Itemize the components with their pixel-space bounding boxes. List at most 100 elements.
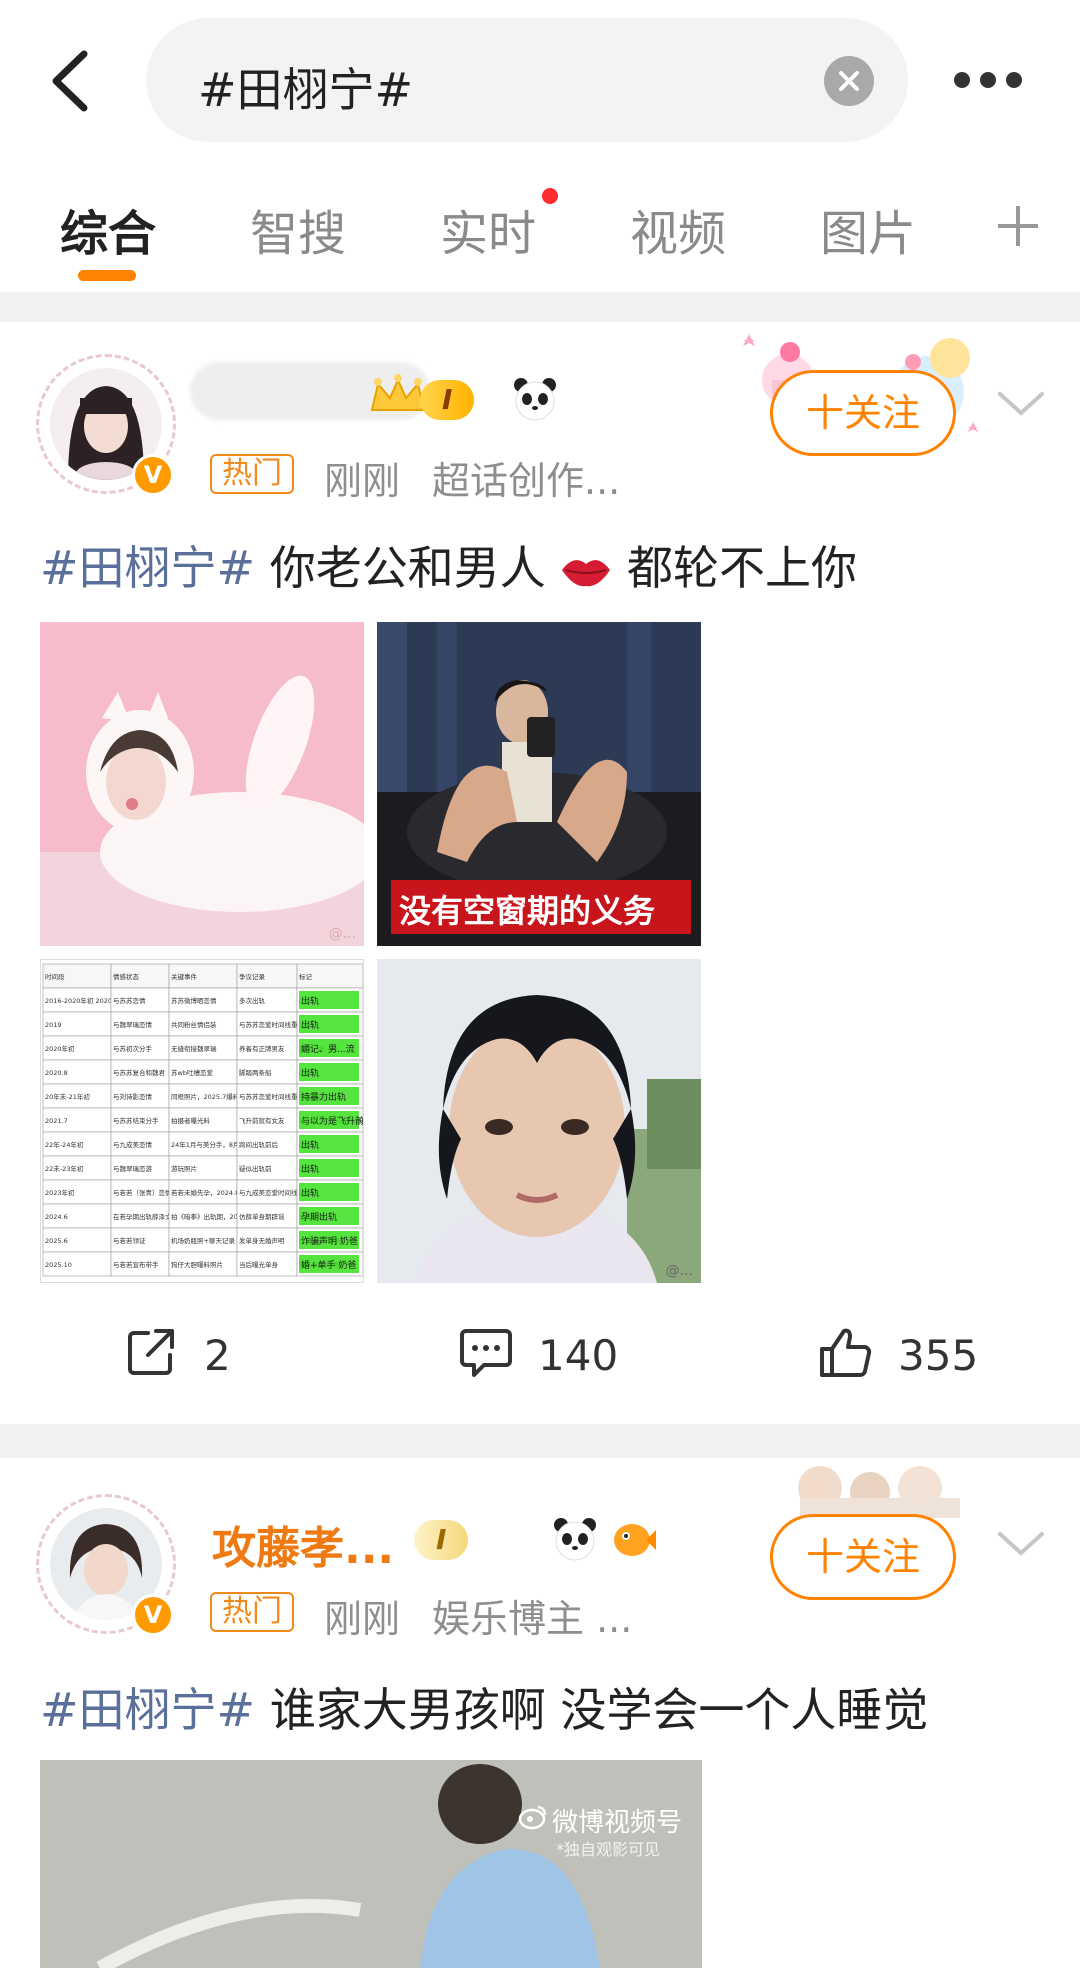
thumb-up-icon <box>820 1328 872 1377</box>
table-flag-text: 孕期出轨 <box>301 1211 337 1223</box>
plus-icon <box>998 206 1038 246</box>
table-cell: 发单身无婚声明 <box>239 1236 285 1245</box>
table-cell: 游玩照片 <box>171 1164 197 1173</box>
table-cell: 2025.10 <box>45 1261 72 1269</box>
table-flag-text: 出轨 <box>301 1163 319 1175</box>
dot <box>980 72 996 88</box>
fish-icon <box>614 1524 656 1556</box>
table-header-cell: 时间段 <box>45 972 65 981</box>
table-cell: 2025.6 <box>45 1237 68 1245</box>
comment-button[interactable]: 140 <box>458 1325 628 1381</box>
bear-decoration <box>798 1466 960 1518</box>
table-flag-text: 持暴力出轨 <box>301 1091 346 1103</box>
tab-images[interactable]: 图片 <box>820 194 916 264</box>
author-name[interactable]: 攻藤孝... <box>212 1512 394 1576</box>
repost-button[interactable]: 2 <box>124 1325 234 1381</box>
table-cell: 2020.8 <box>45 1069 68 1077</box>
post-video[interactable]: 微博视频号 *独自观影可见 <box>40 1760 702 1968</box>
follow-button[interactable]: 十关注 <box>770 370 956 456</box>
table-flag-text: 媚记、男...流 <box>301 1043 355 1055</box>
clear-search-button[interactable] <box>824 56 874 106</box>
search-bar[interactable]: #田栩宁# <box>146 18 908 142</box>
hashtag-link[interactable]: #田栩宁# <box>40 541 255 595</box>
post-content: #田栩宁# 你老公和男人 都轮不上你 <box>40 532 857 598</box>
like-button[interactable]: 355 <box>818 1325 988 1381</box>
table-cell: 无缝衔接魏翠瑞 <box>171 1044 217 1053</box>
top-bar: #田栩宁# <box>0 0 1080 158</box>
post-image-1[interactable]: @... <box>40 622 364 946</box>
feed-post[interactable]: V I 热门 刚刚 超话创作... 十关注 #田栩宁# 你老公和男人 都轮不上你 <box>0 322 1080 1424</box>
table-cell: 与魏翠瑞恋情 <box>113 1020 153 1029</box>
post-menu-button[interactable] <box>996 1528 1046 1558</box>
table-flag-text: 出轨 <box>301 1019 319 1031</box>
repost-count: 2 <box>204 1331 231 1380</box>
post-menu-button[interactable] <box>996 388 1046 418</box>
table-cell: 脚踏两条船 <box>239 1068 272 1077</box>
table-cell: 22末-23年初 <box>45 1164 83 1173</box>
like-count: 355 <box>898 1331 979 1380</box>
table-cell: 苏苏微博晒恋情 <box>171 996 217 1005</box>
table-cell: 与刘诗影恋情 <box>113 1092 153 1101</box>
image-caption: 没有空窗期的义务 <box>399 892 656 930</box>
hashtag-link[interactable]: #田栩宁# <box>40 1683 255 1737</box>
table-cell: 20年末-21年初 <box>45 1092 90 1101</box>
table-flag-text: 出轨 <box>301 1187 319 1199</box>
table-cell: 多次出轨 <box>239 996 266 1005</box>
table-flag-text: 出轨 <box>301 995 319 1007</box>
add-tab-button[interactable] <box>994 202 1042 250</box>
table-cell: 在若孕期出轨薛泽文 <box>113 1212 172 1221</box>
table-cell: 养着有正牌男友 <box>239 1044 285 1053</box>
tab-video[interactable]: 视频 <box>630 194 726 264</box>
new-content-dot <box>542 188 558 204</box>
author-avatar[interactable]: V <box>36 354 176 496</box>
panda-icon <box>554 1518 596 1561</box>
table-cell: 苏wb吐槽恋爱 <box>171 1068 213 1077</box>
section-divider <box>0 1424 1080 1458</box>
table-cell: 当后曝光单身 <box>239 1260 279 1269</box>
table-cell: 2023年初 <box>45 1188 75 1197</box>
post-content: #田栩宁# 谁家大男孩啊 没学会一个人睡觉 <box>40 1674 928 1740</box>
share-icon <box>128 1329 174 1375</box>
follow-button[interactable]: 十关注 <box>770 1514 956 1600</box>
table-cell: 与苏苏复合和魏君 <box>113 1068 166 1077</box>
post-text-main: 谁家大男孩啊 没学会一个人睡觉 <box>269 1683 929 1737</box>
image-watermark: @... <box>665 1263 693 1279</box>
tab-smart-search[interactable]: 智搜 <box>250 194 346 264</box>
post-text-main: 你老公和男人 <box>269 541 546 595</box>
post-image-3[interactable]: 时间段 情感状态 关键事件 争议记录 标记 2016-2020年初 2020.8-2021… <box>40 959 364 1283</box>
chevron-left-icon <box>52 50 88 112</box>
table-cell: 22年-24年初 <box>45 1140 83 1149</box>
table-cell: 与苏苏恋爱时间线重合 <box>239 1092 305 1101</box>
table-cell: 与苏苏结束分手 <box>113 1116 159 1125</box>
author-avatar[interactable]: V <box>36 1494 176 1636</box>
post-text-tail: 都轮不上你 <box>626 541 857 595</box>
table-cell: 与九成美恋情 <box>113 1140 153 1149</box>
table-cell: 共同粉丝情侣装 <box>171 1020 217 1029</box>
table-header-cell: 标记 <box>299 972 313 981</box>
search-input[interactable]: #田栩宁# <box>198 54 413 120</box>
post-image-2[interactable]: 没有空窗期的义务 <box>377 622 701 946</box>
table-flag-text: 出轨 <box>301 1067 319 1079</box>
info-table-graphic: 时间段 情感状态 关键事件 争议记录 标记2016-2020年初 2020.8-2021… <box>42 963 364 1277</box>
tab-realtime[interactable]: 实时 <box>440 194 536 264</box>
tab-comprehensive[interactable]: 综合 <box>60 194 156 264</box>
post-source: 娱乐博主 ... <box>432 1597 633 1641</box>
back-button[interactable] <box>44 46 100 116</box>
table-cell: 疑似出轨前 <box>239 1164 272 1173</box>
post-image-4[interactable]: @... <box>377 959 701 1283</box>
table-flag-text: 与以为是飞升前的女友 <box>301 1115 364 1127</box>
verified-badge-icon: V <box>132 1594 174 1636</box>
active-tab-indicator <box>78 270 136 281</box>
table-cell: 2020年初 <box>45 1044 75 1053</box>
lips-emoji-icon <box>562 560 611 587</box>
feed-post[interactable]: V 攻藤孝... I 热门 刚刚 娱乐博主 ... 十关注 #田栩宁# 谁家大男… <box>0 1458 1080 1968</box>
post-time: 刚刚 <box>324 459 401 503</box>
level-badge: I <box>420 380 475 420</box>
comment-count: 140 <box>538 1331 619 1380</box>
table-cell: 仿薛单身期辟谣 <box>239 1212 285 1221</box>
table-cell: 2021.7 <box>45 1117 68 1125</box>
more-options-button[interactable] <box>948 64 1060 98</box>
table-cell: 与若若宣布带手 <box>113 1260 159 1269</box>
weibo-logo-icon <box>518 1805 547 1830</box>
post-source: 超话创作... <box>432 459 621 503</box>
